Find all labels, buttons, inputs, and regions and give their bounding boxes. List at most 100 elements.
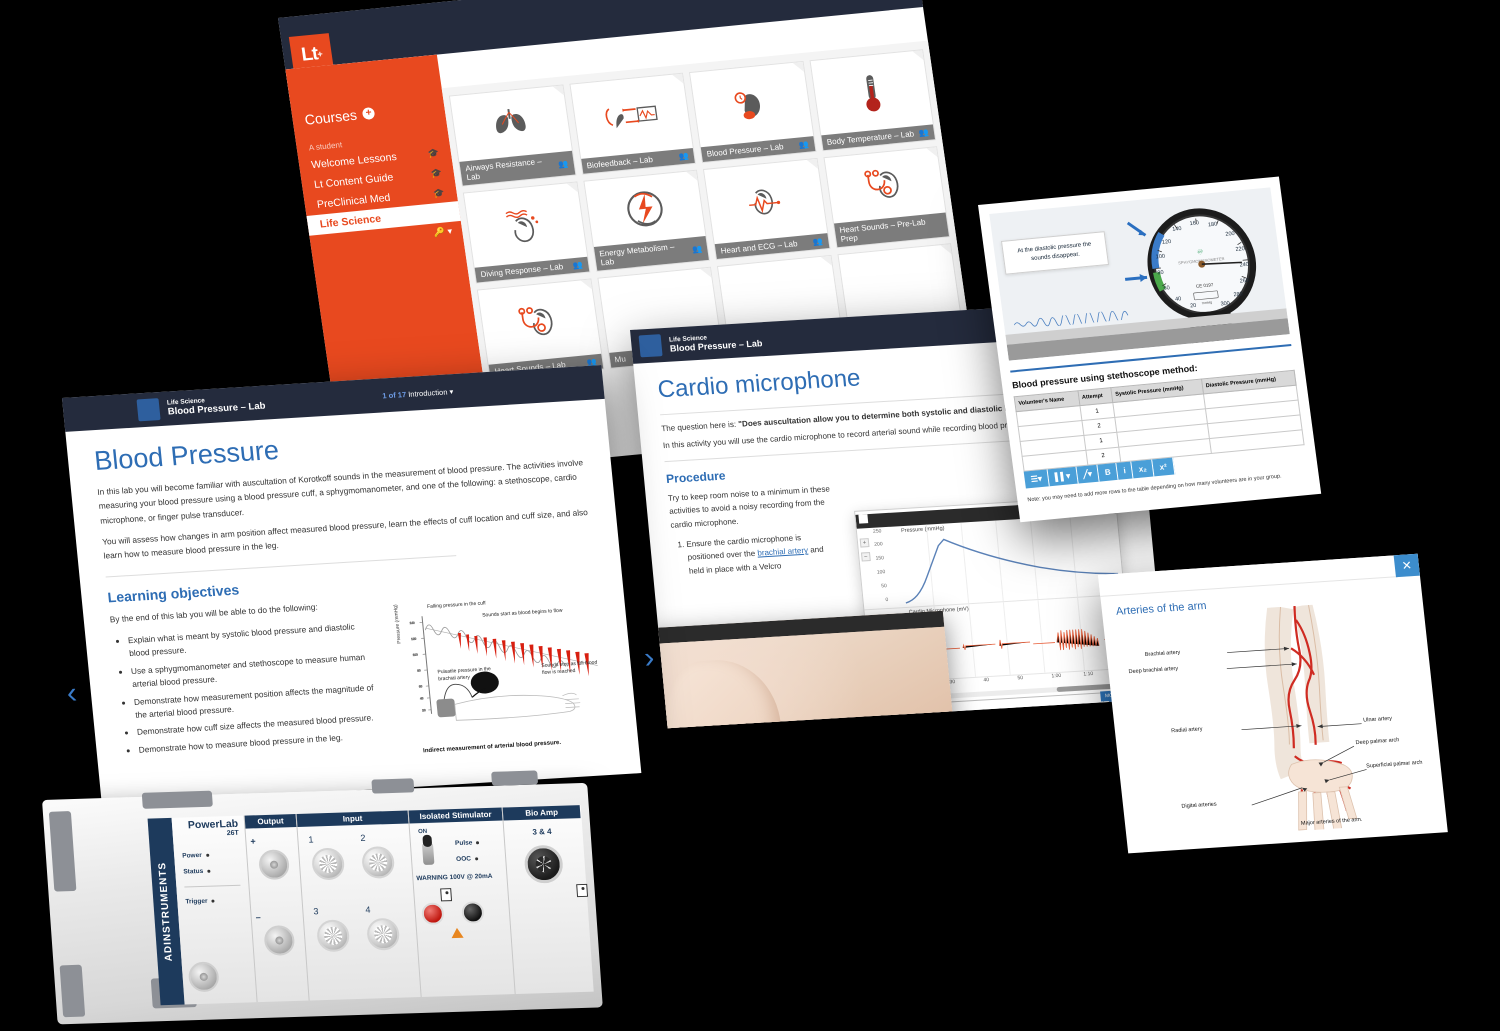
svg-text:120: 120 (1162, 239, 1172, 246)
svg-text:280: 280 (1233, 291, 1243, 298)
group-people-icon: 👥 (798, 139, 810, 150)
group-people-icon: 👥 (691, 243, 703, 254)
course-tile[interactable]: Diving Response – Lab 👥 (462, 181, 590, 284)
stimulator-pulse-led: Pulse (455, 839, 480, 847)
stimulator-toggle-switch[interactable] (421, 842, 435, 865)
course-tile-label: Airways Resistance – Lab (464, 156, 543, 183)
input-1-label: 1 (308, 834, 314, 845)
stimulator-warning-label: WARNING 100V @ 20mA (416, 872, 493, 883)
pen-icon[interactable]: ╱▾ (1076, 464, 1101, 484)
lungs-icon (450, 86, 571, 162)
columns-icon[interactable]: ▌▌▾ (1047, 466, 1079, 487)
ooc-label: OOC (455, 855, 472, 863)
graduation-cap-icon: 🎓 (432, 186, 446, 198)
course-tile-label: Mu (614, 354, 627, 365)
svg-text:80: 80 (417, 668, 421, 672)
page-corner-fold (566, 182, 578, 194)
page-corner-fold (672, 73, 684, 85)
svg-text:40: 40 (1175, 296, 1182, 303)
bio-amp-connector[interactable] (523, 844, 565, 884)
led-dot (207, 869, 211, 873)
led-label: Status (183, 867, 204, 876)
course-tile[interactable]: Energy Metabolism – Lab 👥 (582, 169, 711, 272)
svg-text:160: 160 (1189, 220, 1199, 227)
device-section-input: Input 1 2 3 4 (295, 810, 421, 1001)
bold-button[interactable]: B (1097, 462, 1119, 482)
course-tile[interactable]: Biofeedback – Lab 👥 (568, 72, 697, 175)
pressure-plot (897, 513, 1124, 607)
course-tile[interactable]: Airways Resistance – Lab 👥 (448, 84, 577, 187)
input-4-din-connector[interactable] (366, 917, 401, 951)
course-tile[interactable]: Blood Pressure – Lab 👥 (688, 60, 817, 164)
course-tile-label: Heart and ECG – Lab (720, 239, 799, 256)
video-player[interactable]: Feel for the brachial or radial pulse. (643, 610, 971, 729)
list-icon[interactable]: ☰▾ (1023, 469, 1051, 489)
nav-next-button[interactable]: › (643, 641, 656, 675)
page-corner-fold (700, 267, 712, 279)
heart-waves-icon (464, 183, 587, 268)
course-tile[interactable]: Heart Sounds – Pre-Lab Prep (822, 146, 951, 249)
zoom-in-button[interactable]: + (859, 538, 870, 548)
heart-cuff-icon (690, 62, 813, 147)
svg-text:100: 100 (1156, 254, 1166, 261)
svg-text:120: 120 (411, 637, 417, 641)
nav-next-button[interactable]: › (1163, 532, 1167, 566)
subscript-button[interactable]: x₂ (1131, 459, 1155, 479)
stimulator-negative-terminal[interactable] (461, 901, 485, 924)
objectives-lead: By the end of this lab you will be able … (109, 601, 319, 625)
svg-text:80: 80 (1157, 270, 1164, 277)
course-tile-label: Biofeedback – Lab (586, 154, 654, 171)
group-people-icon: 👥 (918, 127, 930, 138)
app-icon (858, 514, 869, 524)
output-positive-bnc[interactable] (258, 849, 291, 881)
stop-label: Stop (1090, 714, 1105, 720)
heart-ecg-icon (704, 159, 827, 244)
zoom-out-button[interactable]: − (860, 552, 871, 562)
stimulator-ooc-led: OOC (455, 855, 479, 863)
stimulator-positive-terminal[interactable] (421, 902, 445, 926)
led-dot (476, 841, 480, 845)
trigger-bnc-connector[interactable] (187, 961, 220, 993)
blood-pressure-window: Life Science Blood Pressure – Lab 1 of 1… (62, 365, 656, 807)
sphygmomanometer-photo: At the diastolic pressure the sounds dis… (989, 187, 1290, 361)
output-negative-bnc[interactable] (263, 925, 296, 956)
powerlab-device: ADINSTRUMENTS PowerLab 26T Power Status … (42, 770, 603, 1025)
course-tile-label: Blood Pressure – Lab (706, 142, 785, 159)
heart-stethoscope-icon (478, 280, 601, 365)
graduation-cap-icon: 🎓 (429, 167, 443, 179)
led-label: Trigger (185, 897, 208, 906)
close-icon[interactable]: ✕ (1393, 553, 1420, 578)
nav-prev-button[interactable]: ‹ (65, 677, 78, 711)
output-plus-label: + (250, 836, 257, 847)
montage-stage: Lt+ ▾ username Lt+ Courses + A student W… (0, 0, 1500, 1031)
arteries-popup-window: ✕ Arteries of the arm Brachial artery De… (1098, 553, 1448, 854)
stop-square-icon (1083, 716, 1089, 720)
input-4-label: 4 (365, 904, 371, 915)
sidebar-header-label: Courses (303, 106, 358, 128)
device-top-foot (491, 770, 539, 786)
page-corner-fold (820, 255, 832, 267)
page-selector[interactable]: 1 of 17 Introduction ▾ (382, 377, 604, 400)
procedure-steps: Ensure the cardio microphone is position… (686, 529, 841, 579)
course-tile[interactable]: Heart and ECG – Lab 👥 (702, 157, 831, 261)
input-3-din-connector[interactable] (316, 919, 351, 953)
chart-pane-pressure: + − 250 200 150 100 50 0 Pressure (mmHg) (856, 513, 1125, 611)
svg-text:260: 260 (1239, 278, 1249, 285)
device-corner-foot (59, 964, 86, 1018)
page-corner-fold (806, 158, 818, 170)
svg-text:220: 220 (1235, 246, 1245, 253)
objectives-list: Explain what is meant by systolic blood … (127, 619, 381, 757)
input-1-din-connector[interactable] (311, 847, 346, 881)
add-course-icon[interactable]: + (361, 106, 376, 121)
brachial-artery-link[interactable]: brachial artery (757, 546, 808, 558)
input-2-din-connector[interactable] (361, 845, 396, 879)
intro-lead: The question here is: (661, 419, 739, 434)
nav-prev-button[interactable]: ‹ (633, 564, 643, 598)
device-section-model: PowerLab 26T Power Status Trigger (172, 816, 257, 1005)
superscript-button[interactable]: x² (1152, 457, 1175, 477)
warning-triangle-icon (450, 927, 464, 939)
procedure-block: Try to keep room noise to a minimum in t… (667, 482, 840, 579)
led-trigger: Trigger (185, 896, 250, 905)
course-tile[interactable]: Body Temperature – Lab 👥 (808, 49, 937, 152)
course-tile-label: Energy Metabolism – Lab (598, 242, 675, 268)
